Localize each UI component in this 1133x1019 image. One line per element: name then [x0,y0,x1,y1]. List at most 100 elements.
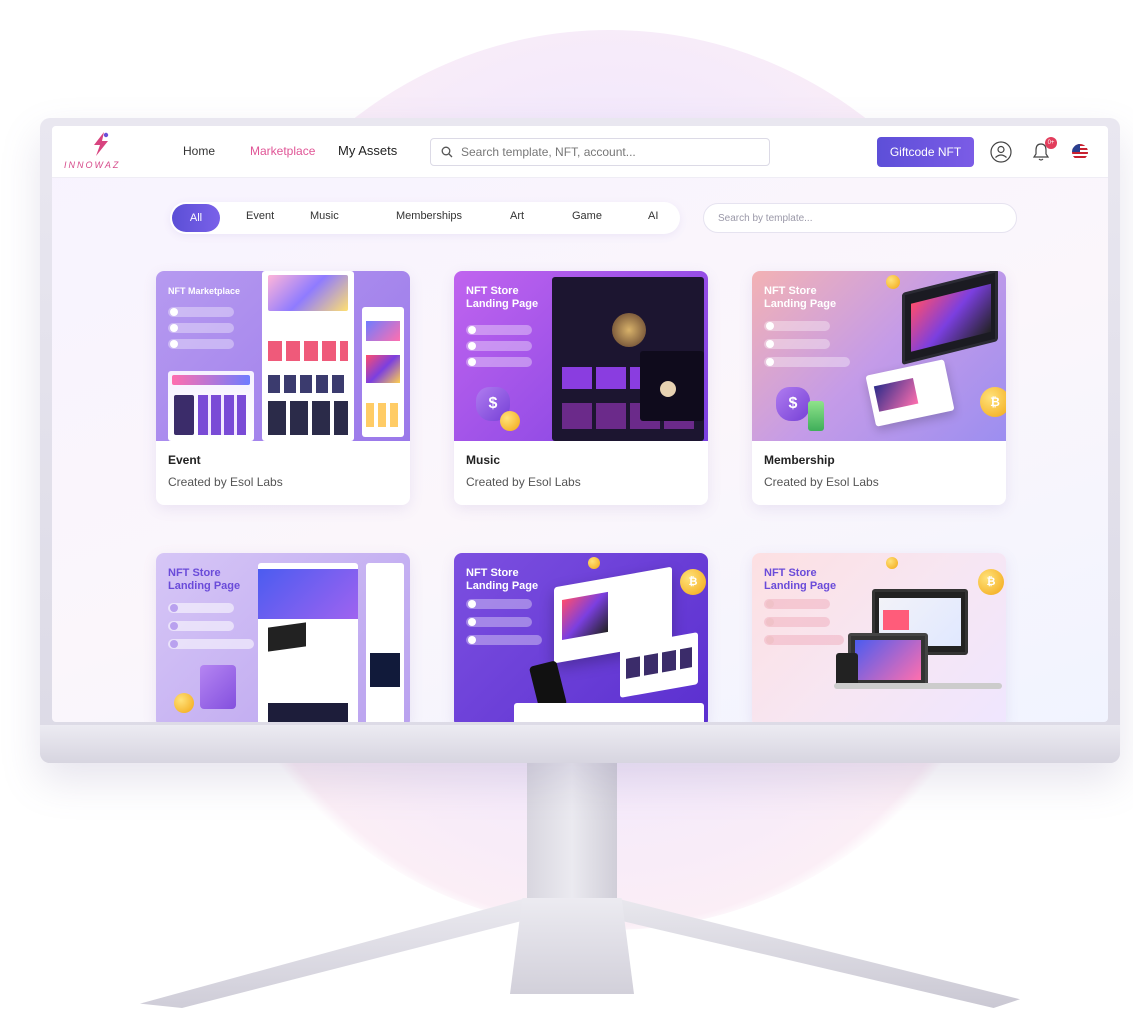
desk-surface [834,683,1002,689]
template-card[interactable]: NFT Store Landing Page ₿ [454,553,708,722]
check-icon [468,358,476,366]
thumbnail-feature-pill [466,617,532,627]
thumbnail-feature-pill [764,635,844,645]
thumbnail-preview [902,271,998,365]
user-icon [990,141,1012,163]
check-icon [170,640,178,648]
template-card[interactable]: NFT Store Landing Page $ Music Created b… [454,271,708,505]
template-card[interactable]: NFT Store Landing Page $ ₿ Membership Cr… [752,271,1006,505]
monitor: INNOWAZ Home Marketplace My Assets Searc… [40,118,1120,763]
check-icon [170,324,178,332]
coin-icon [500,411,520,431]
thumbnail-preview [865,359,955,427]
tab-music[interactable]: Music [310,210,339,222]
check-icon [766,358,774,366]
coin-icon [174,693,194,713]
bitcoin-icon: ₿ [978,569,1004,595]
tab-memberships[interactable]: Memberships [396,210,462,222]
thumbnail-heading: NFT Marketplace [168,286,241,296]
nav-home-link[interactable]: Home [183,144,215,158]
tab-art[interactable]: Art [510,210,524,222]
check-icon [468,618,476,626]
thumbnail-feature-pill [764,617,830,627]
card-title: Music [466,453,501,467]
nav-my-assets-link[interactable]: My Assets [338,143,397,158]
coin-icon [886,557,898,569]
template-search-placeholder: Search by template... [718,212,813,224]
wallet-icon [200,665,236,709]
check-icon [766,340,774,348]
thumbnail-heading: NFT Store Landing Page [764,285,837,310]
thumbnail-feature-pill [168,603,234,613]
tab-all[interactable]: All [172,204,220,232]
tab-event[interactable]: Event [246,210,274,222]
global-search-input[interactable]: Search template, NFT, account... [430,138,770,166]
thumbnail-feature-pill [168,621,234,631]
user-profile-button[interactable] [989,140,1013,164]
card-creator: Created by Esol Labs [466,475,581,489]
check-icon [468,342,476,350]
card-title: Membership [764,453,835,467]
template-card[interactable]: NFT Marketplace Event Created by Esol La… [156,271,410,505]
giftcode-nft-button[interactable]: Giftcode NFT [877,137,974,167]
coin-icon [588,557,600,569]
stage: INNOWAZ Home Marketplace My Assets Searc… [0,0,1133,1019]
monitor-base-right-leg [580,898,1020,1008]
thumbnail-feature-pill [466,341,532,351]
thumbnail-feature-pill [168,323,234,333]
template-thumbnail: NFT Store Landing Page ₿ [752,553,1006,722]
template-thumbnail: NFT Store Landing Page ₿ [454,553,708,722]
thumbnail-preview [168,371,254,441]
thumbnail-heading: NFT Store Landing Page [466,567,539,592]
check-icon [170,308,178,316]
card-creator: Created by Esol Labs [168,475,283,489]
thumbnail-feature-pill [764,599,830,609]
template-card[interactable]: NFT Store Landing Page ₿ [752,553,1006,722]
card-title: Event [168,453,201,467]
template-card[interactable]: NFT Store Landing Page [156,553,410,722]
check-icon [468,600,476,608]
thumbnail-feature-pill [764,339,830,349]
check-icon [468,326,476,334]
thumbnail-feature-pill [168,307,234,317]
coin-icon [886,275,900,289]
check-icon [766,322,774,330]
logo-text: INNOWAZ [64,160,121,170]
template-thumbnail: NFT Store Landing Page $ [454,271,708,441]
thumbnail-heading: NFT Store Landing Page [168,567,241,592]
nav-marketplace-link[interactable]: Marketplace [250,144,315,158]
tab-ai[interactable]: AI [648,210,658,222]
card-body: Music Created by Esol Labs [454,441,708,505]
cash-stack-icon [808,401,824,431]
template-thumbnail: NFT Marketplace [156,271,410,441]
template-thumbnail: NFT Store Landing Page [156,553,410,722]
thumbnail-preview [640,351,704,421]
notifications-button[interactable]: 0+ [1029,137,1057,164]
bitcoin-icon: ₿ [980,387,1006,417]
global-search-placeholder: Search template, NFT, account... [461,145,636,159]
thumbnail-feature-pill [466,325,532,335]
brand-logo[interactable]: INNOWAZ [64,132,136,174]
check-icon [468,636,476,644]
language-selector[interactable] [1068,140,1092,164]
thumbnail-preview [262,271,354,441]
check-icon [170,604,178,612]
card-creator: Created by Esol Labs [764,475,879,489]
tab-game[interactable]: Game [572,210,602,222]
template-search-input[interactable]: Search by template... [703,203,1017,233]
check-icon [766,618,774,626]
screen: INNOWAZ Home Marketplace My Assets Searc… [52,126,1108,722]
monitor-chin [40,725,1120,763]
money-bag-icon: $ [776,387,810,421]
card-body: Event Created by Esol Labs [156,441,410,505]
thumbnail-feature-pill [168,339,234,349]
thumbnail-feature-pill [466,357,532,367]
thumbnail-feature-pill [764,357,850,367]
thumbnail-preview [366,563,404,722]
thumbnail-feature-pill [466,599,532,609]
thumbnail-heading: NFT Store Landing Page [466,285,539,310]
check-icon [766,636,774,644]
logo-mark-icon [94,132,109,156]
thumbnail-feature-pill [466,635,542,645]
us-flag-icon [1072,144,1088,160]
